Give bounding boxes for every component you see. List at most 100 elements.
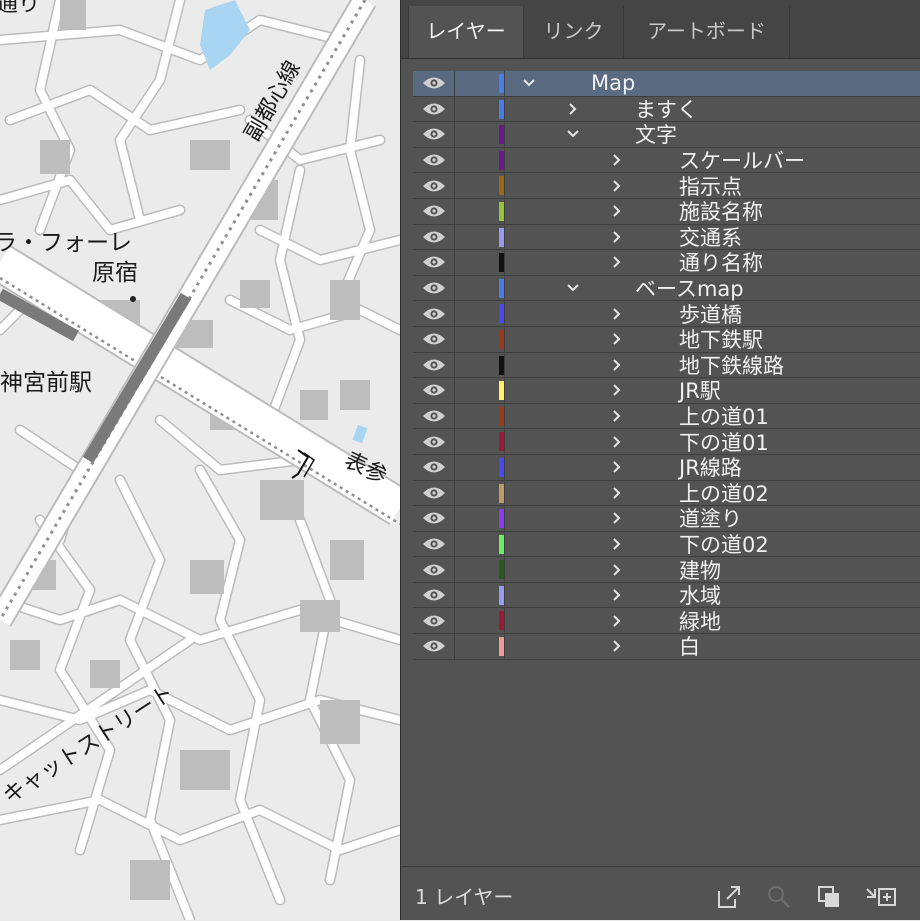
chevron-right-icon[interactable] bbox=[607, 532, 627, 557]
lock-toggle[interactable] bbox=[455, 122, 505, 147]
layer-row[interactable]: 文字 bbox=[413, 122, 920, 148]
visibility-eye-icon[interactable] bbox=[413, 71, 455, 96]
lock-toggle[interactable] bbox=[455, 96, 505, 122]
layer-row[interactable]: 施設名称 bbox=[413, 198, 920, 225]
chevron-right-icon[interactable] bbox=[607, 583, 627, 608]
visibility-eye-icon[interactable] bbox=[413, 480, 455, 506]
lock-toggle[interactable] bbox=[455, 326, 505, 352]
lock-toggle[interactable] bbox=[455, 634, 505, 659]
chevron-right-icon[interactable] bbox=[607, 378, 627, 403]
lock-toggle[interactable] bbox=[455, 71, 505, 96]
visibility-eye-icon[interactable] bbox=[413, 352, 455, 378]
lock-toggle[interactable] bbox=[455, 250, 505, 275]
layer-row[interactable]: スケールバー bbox=[413, 147, 920, 174]
visibility-eye-icon[interactable] bbox=[413, 634, 455, 659]
clipping-mask-icon[interactable] bbox=[815, 883, 843, 911]
chevron-right-icon[interactable] bbox=[607, 608, 627, 633]
chevron-right-icon[interactable] bbox=[607, 557, 627, 582]
chevron-right-icon[interactable] bbox=[563, 97, 583, 122]
visibility-eye-icon[interactable] bbox=[413, 506, 455, 531]
chevron-right-icon[interactable] bbox=[607, 506, 627, 531]
layer-row[interactable]: 歩道橋 bbox=[413, 301, 920, 327]
layer-row[interactable]: 上の道01 bbox=[413, 403, 920, 430]
lock-toggle[interactable] bbox=[455, 557, 505, 582]
chevron-right-icon[interactable] bbox=[607, 404, 627, 429]
lock-toggle[interactable] bbox=[455, 582, 505, 608]
chevron-right-icon[interactable] bbox=[607, 173, 627, 198]
visibility-eye-icon[interactable] bbox=[413, 531, 455, 557]
lock-toggle[interactable] bbox=[455, 224, 505, 250]
visibility-eye-icon[interactable] bbox=[413, 301, 455, 326]
lock-toggle[interactable] bbox=[455, 480, 505, 506]
lock-toggle[interactable] bbox=[455, 275, 505, 301]
layer-row[interactable]: 上の道02 bbox=[413, 480, 920, 507]
layer-row[interactable]: 水域 bbox=[413, 582, 920, 609]
visibility-eye-icon[interactable] bbox=[413, 403, 455, 429]
layer-row[interactable]: 下の道01 bbox=[413, 429, 920, 455]
lock-toggle[interactable] bbox=[455, 454, 505, 480]
visibility-eye-icon[interactable] bbox=[413, 557, 455, 582]
layer-row[interactable]: ますく bbox=[413, 96, 920, 123]
lock-toggle[interactable] bbox=[455, 173, 505, 198]
layer-row[interactable]: Map bbox=[413, 71, 920, 97]
chevron-right-icon[interactable] bbox=[607, 199, 627, 224]
visibility-eye-icon[interactable] bbox=[413, 326, 455, 352]
visibility-eye-icon[interactable] bbox=[413, 608, 455, 634]
chevron-down-icon[interactable] bbox=[519, 71, 539, 96]
lock-toggle[interactable] bbox=[455, 301, 505, 326]
new-sublayer-icon[interactable] bbox=[865, 883, 896, 911]
tab-artboards[interactable]: アートボード bbox=[624, 6, 790, 58]
layer-row[interactable]: JR線路 bbox=[413, 454, 920, 481]
chevron-right-icon[interactable] bbox=[607, 455, 627, 480]
visibility-eye-icon[interactable] bbox=[413, 198, 455, 224]
lock-toggle[interactable] bbox=[455, 608, 505, 634]
layer-row[interactable]: 通り名称 bbox=[413, 250, 920, 276]
search-icon[interactable] bbox=[765, 883, 793, 911]
chevron-right-icon[interactable] bbox=[607, 250, 627, 275]
chevron-down-icon[interactable] bbox=[563, 276, 583, 301]
layer-row[interactable]: JR駅 bbox=[413, 378, 920, 404]
lock-toggle[interactable] bbox=[455, 403, 505, 429]
tab-layers[interactable]: レイヤー bbox=[408, 6, 524, 58]
chevron-right-icon[interactable] bbox=[607, 148, 627, 173]
visibility-eye-icon[interactable] bbox=[413, 96, 455, 122]
visibility-eye-icon[interactable] bbox=[413, 250, 455, 275]
visibility-eye-icon[interactable] bbox=[413, 173, 455, 198]
lock-toggle[interactable] bbox=[455, 378, 505, 403]
chevron-right-icon[interactable] bbox=[607, 225, 627, 250]
layer-row[interactable]: 建物 bbox=[413, 557, 920, 583]
visibility-eye-icon[interactable] bbox=[413, 429, 455, 454]
chevron-right-icon[interactable] bbox=[607, 481, 627, 506]
lock-toggle[interactable] bbox=[455, 531, 505, 557]
lock-toggle[interactable] bbox=[455, 147, 505, 173]
visibility-eye-icon[interactable] bbox=[413, 224, 455, 250]
layer-row[interactable]: 白 bbox=[413, 634, 920, 660]
lock-toggle[interactable] bbox=[455, 352, 505, 378]
layer-row[interactable]: 地下鉄駅 bbox=[413, 326, 920, 353]
map-canvas[interactable]: 通り 副都心線 ラ・フォーレ 原宿 神宮前駅 表参 キャットストリート bbox=[0, 0, 400, 920]
visibility-eye-icon[interactable] bbox=[413, 122, 455, 147]
visibility-eye-icon[interactable] bbox=[413, 147, 455, 173]
layer-row[interactable]: 下の道02 bbox=[413, 531, 920, 558]
chevron-down-icon[interactable] bbox=[563, 122, 583, 147]
chevron-right-icon[interactable] bbox=[607, 301, 627, 326]
layer-row[interactable]: 道塗り bbox=[413, 506, 920, 532]
visibility-eye-icon[interactable] bbox=[413, 582, 455, 608]
export-icon[interactable] bbox=[715, 883, 743, 911]
lock-toggle[interactable] bbox=[455, 506, 505, 531]
visibility-eye-icon[interactable] bbox=[413, 378, 455, 403]
chevron-right-icon[interactable] bbox=[607, 353, 627, 378]
layer-row[interactable]: 地下鉄線路 bbox=[413, 352, 920, 379]
visibility-eye-icon[interactable] bbox=[413, 275, 455, 301]
lock-toggle[interactable] bbox=[455, 429, 505, 454]
layer-row[interactable]: 交通系 bbox=[413, 224, 920, 251]
lock-toggle[interactable] bbox=[455, 198, 505, 224]
visibility-eye-icon[interactable] bbox=[413, 454, 455, 480]
chevron-right-icon[interactable] bbox=[607, 634, 627, 659]
chevron-right-icon[interactable] bbox=[607, 327, 627, 352]
layer-row[interactable]: 緑地 bbox=[413, 608, 920, 635]
layer-row[interactable]: 指示点 bbox=[413, 173, 920, 199]
tab-links[interactable]: リンク bbox=[524, 6, 624, 58]
chevron-right-icon[interactable] bbox=[607, 429, 627, 454]
layer-row[interactable]: ベースmap bbox=[413, 275, 920, 302]
